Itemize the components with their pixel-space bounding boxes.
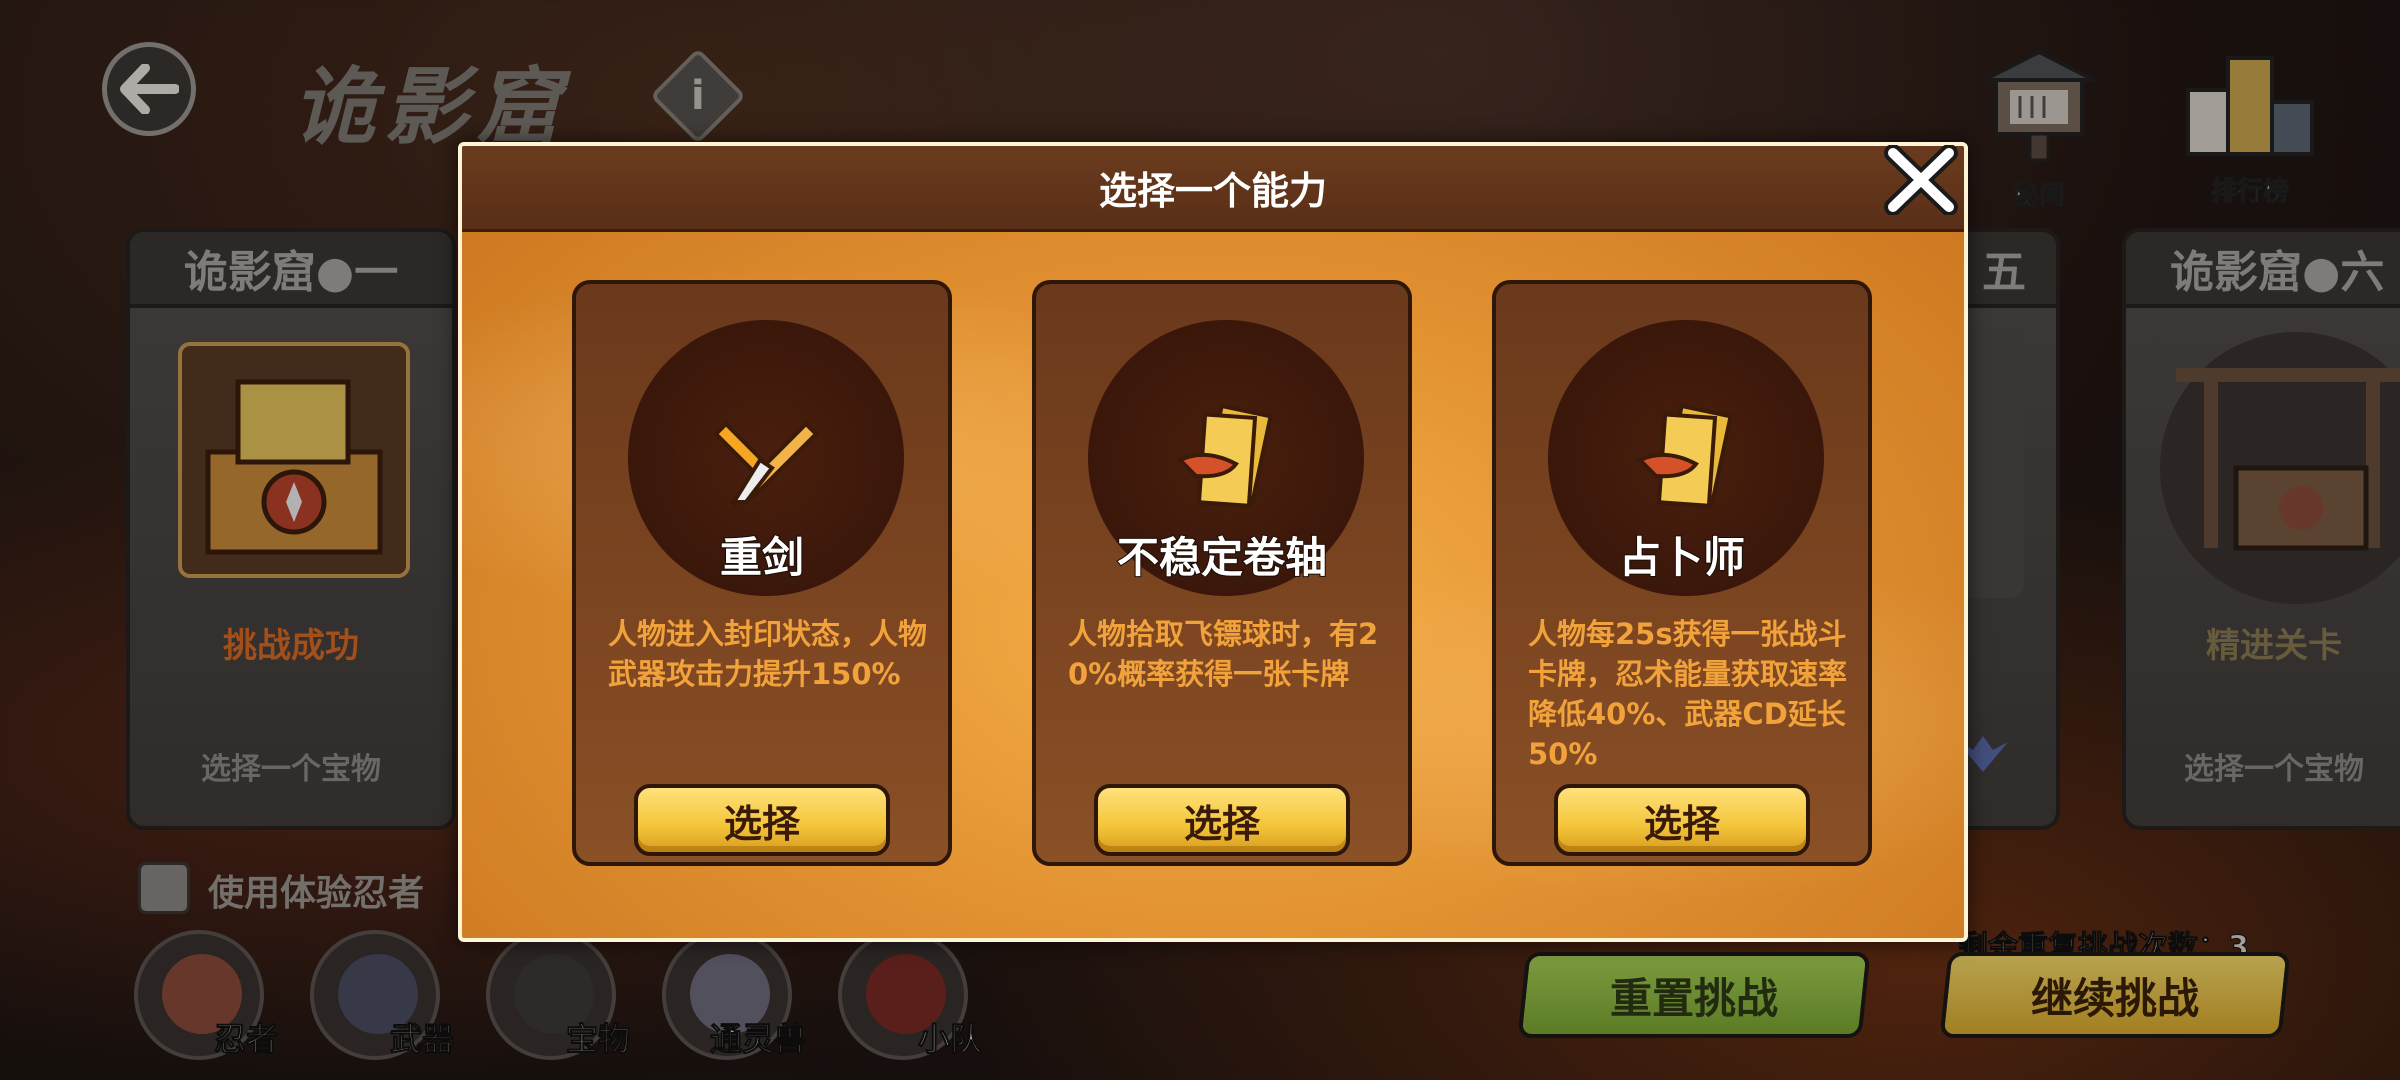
- ability-card-unstable-scroll[interactable]: 不稳定卷轴 人物拾取飞镖球时，有20%概率获得一张卡牌 选择: [1032, 280, 1412, 866]
- select-button[interactable]: 选择: [1554, 784, 1810, 856]
- select-button[interactable]: 选择: [634, 784, 890, 856]
- ability-description: 人物进入封印状态，人物武器攻击力提升150%: [608, 617, 928, 691]
- ability-description: 人物拾取飞镖球时，有20%概率获得一张卡牌: [1068, 617, 1379, 691]
- heavy-sword-icon: [713, 421, 819, 509]
- diviner-scroll-icon: [1636, 404, 1733, 508]
- close-icon: [1884, 145, 1958, 215]
- close-button[interactable]: [1880, 142, 1962, 218]
- ability-card-heavy-sword[interactable]: 重剑 人物进入封印状态，人物武器攻击力提升150% 选择: [572, 280, 952, 866]
- unstable-scroll-icon: [1176, 404, 1273, 508]
- select-button[interactable]: 选择: [1094, 784, 1350, 856]
- ability-name: 占卜师: [1618, 532, 1746, 583]
- ability-name: 不稳定卷轴: [1116, 532, 1328, 583]
- ability-card-diviner[interactable]: 占卜师 人物每25s获得一张战斗卡牌，忍术能量获取速率降低40%、武器CD延长5…: [1492, 280, 1872, 866]
- modal-title: 选择一个能力: [462, 146, 1964, 232]
- ability-name: 重剑: [719, 532, 805, 583]
- ability-description: 人物每25s获得一张战斗卡牌，忍术能量获取速率降低40%、武器CD延长50%: [1528, 617, 1848, 771]
